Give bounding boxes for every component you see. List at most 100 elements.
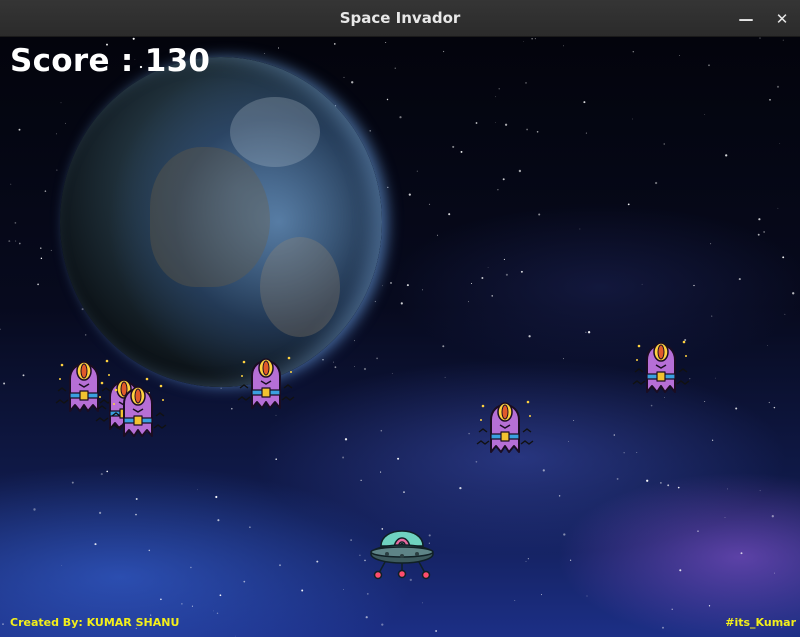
star (631, 118, 633, 120)
star (757, 233, 760, 236)
star (452, 145, 455, 148)
star (679, 569, 682, 572)
star (217, 519, 220, 522)
star (364, 559, 366, 562)
star (376, 357, 379, 360)
star (390, 282, 392, 284)
star (437, 234, 439, 236)
star (14, 222, 17, 224)
star (94, 543, 97, 546)
star (374, 300, 377, 303)
star (2, 623, 4, 625)
star (613, 434, 616, 436)
star (503, 258, 505, 260)
star (782, 256, 785, 259)
star (735, 407, 738, 410)
star (366, 593, 369, 595)
star (219, 594, 222, 597)
star (428, 203, 431, 206)
credit-handle: #its_Kumar (725, 616, 796, 629)
star (360, 479, 362, 481)
star (779, 143, 781, 145)
star (213, 610, 214, 612)
star (542, 469, 545, 472)
star (724, 517, 726, 518)
star (782, 39, 784, 41)
star (316, 560, 319, 563)
star (399, 116, 402, 119)
star (726, 488, 728, 490)
star (583, 101, 586, 104)
star (0, 328, 1, 331)
star (646, 479, 649, 482)
star (520, 270, 523, 273)
star (654, 181, 658, 185)
star (380, 471, 382, 473)
star (148, 549, 151, 552)
star (71, 481, 74, 484)
star (623, 452, 625, 454)
star (792, 292, 795, 295)
star (468, 432, 470, 435)
star (491, 295, 493, 297)
star (558, 495, 561, 497)
game-canvas[interactable]: Score : 130 Created By: KUMAR SHANU #its… (0, 37, 800, 637)
star (526, 128, 529, 131)
star (738, 278, 741, 281)
star (40, 257, 43, 260)
minimize-icon[interactable]: — (735, 8, 757, 30)
star (725, 154, 728, 157)
star (343, 588, 345, 590)
star (740, 552, 743, 555)
star (697, 530, 699, 532)
star (332, 361, 335, 363)
star (301, 589, 304, 592)
star (563, 45, 565, 47)
star (160, 598, 162, 601)
star (8, 240, 11, 243)
star (10, 183, 12, 185)
star (504, 123, 508, 126)
star (525, 560, 527, 562)
score-label: Score : 130 (10, 43, 211, 79)
star (660, 482, 662, 484)
star (704, 114, 706, 115)
star (50, 249, 52, 251)
star (759, 490, 761, 492)
star (322, 359, 324, 361)
star (616, 477, 619, 480)
star (3, 382, 6, 385)
star (444, 376, 446, 378)
planet-background (60, 57, 382, 387)
star (344, 438, 348, 441)
star (679, 55, 681, 57)
planet-continent (260, 237, 340, 337)
star (442, 345, 445, 348)
star (711, 315, 713, 317)
star (403, 491, 405, 493)
star (275, 414, 277, 416)
star (541, 594, 542, 596)
star (677, 486, 680, 489)
star (181, 603, 183, 605)
star (400, 302, 403, 305)
star (498, 88, 500, 90)
enemy-alien-icon (106, 370, 170, 442)
star (22, 374, 25, 377)
star (40, 247, 42, 249)
title-bar[interactable]: Space Invador — ✕ (0, 0, 800, 37)
star (343, 76, 345, 78)
star (505, 273, 508, 276)
star (585, 331, 587, 333)
star (771, 515, 774, 518)
star (569, 559, 572, 561)
star (380, 429, 383, 432)
star (671, 608, 673, 610)
star (768, 401, 770, 404)
star (277, 47, 280, 49)
star (56, 169, 58, 171)
star (767, 345, 768, 347)
close-icon[interactable]: ✕ (771, 8, 793, 30)
star (534, 38, 536, 40)
window-title: Space Invador (339, 9, 461, 27)
